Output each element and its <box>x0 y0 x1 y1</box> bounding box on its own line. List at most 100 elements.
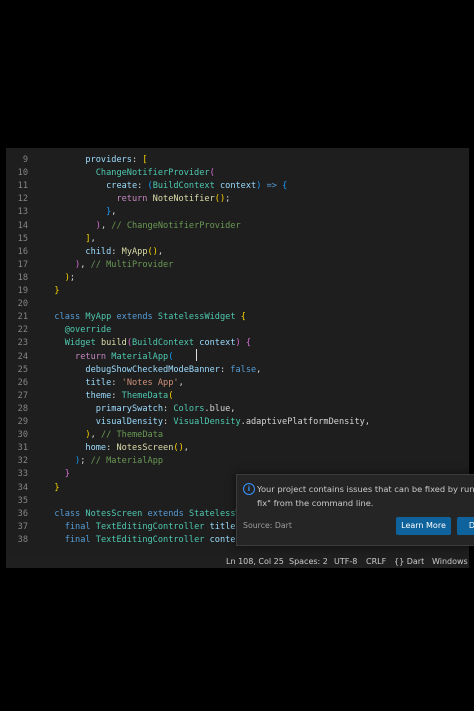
code-line[interactable]: 12 return NoteNotifier(); <box>6 193 469 206</box>
code-token: Colors <box>173 403 205 414</box>
code-line[interactable]: 21 class MyApp extends StatelessWidget { <box>6 311 469 324</box>
code-line[interactable]: 26 title: 'Notes App', <box>6 377 469 390</box>
line-number: 14 <box>17 220 28 231</box>
code-line[interactable]: 31 home: NotesScreen(), <box>6 442 469 455</box>
line-number: 35 <box>17 495 28 506</box>
line-number: 20 <box>17 299 28 310</box>
code-token: StatelessWidget <box>157 312 236 323</box>
code-token: : <box>106 443 117 454</box>
indent-setting[interactable]: Spaces: 2 <box>289 555 328 568</box>
code-token: MyApp <box>85 312 112 323</box>
code-line[interactable]: 24 return MaterialApp( <box>6 351 469 364</box>
notification-toast: i Your project contains issues that can … <box>236 474 474 546</box>
line-number: 27 <box>17 390 28 401</box>
code-token: 'Notes App' <box>121 377 179 388</box>
code-line[interactable]: 10 ChangeNotifierProvider( <box>6 167 469 180</box>
code-text: create: (BuildContext context) => { <box>44 180 287 193</box>
code-token: , <box>157 246 164 257</box>
code-token: , <box>178 377 184 388</box>
code-text: ), // ThemeData <box>44 429 163 442</box>
code-text: } <box>44 285 60 298</box>
line-number: 24 <box>17 351 28 362</box>
code-line[interactable]: 16 child: MyApp(), <box>6 246 469 259</box>
code-text: theme: ThemeData( <box>44 390 173 403</box>
platform[interactable]: Windows <box>432 555 468 568</box>
line-number: 11 <box>17 181 28 192</box>
code-line[interactable]: 19 } <box>6 285 469 298</box>
code-token: home <box>85 443 107 454</box>
code-token: create <box>106 181 138 192</box>
code-line[interactable]: 20 <box>6 298 469 311</box>
code-line[interactable]: 27 theme: ThemeData( <box>6 390 469 403</box>
code-line[interactable]: 9 providers: [ <box>6 154 469 167</box>
code-token: return <box>75 351 107 362</box>
code-token: () <box>214 194 226 205</box>
code-line[interactable]: 13 }, <box>6 206 469 219</box>
code-text: ); // MaterialApp <box>44 455 163 468</box>
code-token: TextEditingController <box>95 534 205 545</box>
code-token: : <box>163 403 174 414</box>
info-icon: i <box>243 483 255 495</box>
code-text: ), // ChangeNotifierProvider <box>44 220 241 233</box>
line-number: 22 <box>17 325 28 336</box>
code-token: class <box>54 312 81 323</box>
notification-message-line2: fix" from the command line. <box>257 498 374 508</box>
code-token: , <box>183 443 189 454</box>
code-token: context <box>219 181 257 192</box>
code-line[interactable]: 25 debugShowCheckedModeBanner: false, <box>6 364 469 377</box>
code-line[interactable]: 30 ), // ThemeData <box>6 429 469 442</box>
code-token: child <box>85 246 112 257</box>
code-text: } <box>44 482 59 495</box>
code-line[interactable]: 32 ); // MaterialApp <box>6 455 469 468</box>
code-line[interactable]: 28 primarySwatch: Colors.blue, <box>6 403 469 416</box>
line-number: 13 <box>17 207 28 218</box>
line-number: 23 <box>17 338 28 349</box>
secondary-action-button[interactable]: D <box>457 517 474 535</box>
code-text: return MaterialApp( <box>44 351 173 364</box>
learn-more-button[interactable]: Learn More <box>396 517 451 535</box>
code-text: class NotesScreen extends StatelessW <box>44 508 240 521</box>
code-line[interactable]: 23 Widget build(BuildContext context) { <box>6 337 469 350</box>
code-token: // MaterialApp <box>90 456 164 467</box>
cursor-position[interactable]: Ln 108, Col 25 <box>226 555 284 568</box>
code-line[interactable]: 15 ], <box>6 233 469 246</box>
code-token: , <box>80 259 91 270</box>
line-number: 15 <box>17 233 28 244</box>
code-line[interactable]: 22 @override <box>6 324 469 337</box>
code-text: final TextEditingController titleC <box>44 521 241 534</box>
text-cursor <box>196 349 197 361</box>
code-token: : <box>137 181 148 192</box>
code-token: } <box>54 286 60 296</box>
line-number: 16 <box>17 246 28 257</box>
code-token: MaterialApp <box>111 351 169 362</box>
code-token: } <box>64 469 70 480</box>
code-token: false <box>230 364 257 375</box>
code-token: primarySwatch <box>95 403 164 414</box>
code-line[interactable]: 29 visualDensity: VisualDensity.adaptive… <box>6 416 469 429</box>
code-line[interactable]: 11 create: (BuildContext context) => { <box>6 180 469 193</box>
code-line[interactable]: 14 ), // ChangeNotifierProvider <box>6 220 469 233</box>
code-line[interactable]: 18 ); <box>6 272 469 285</box>
code-token: TextEditingController <box>95 521 205 532</box>
code-token: // ThemeData <box>100 430 164 441</box>
encoding[interactable]: UTF-8 <box>334 555 357 568</box>
code-token: : <box>163 417 174 427</box>
line-number: 29 <box>17 417 28 427</box>
line-number: 28 <box>17 403 28 414</box>
code-token: NotesScreen <box>116 443 174 454</box>
code-token: ( <box>168 390 174 401</box>
code-line[interactable]: 17 ), // MultiProvider <box>6 259 469 272</box>
code-token: : <box>111 377 122 388</box>
line-ending[interactable]: CRLF <box>366 555 386 568</box>
language-mode[interactable]: {} Dart <box>394 555 424 568</box>
